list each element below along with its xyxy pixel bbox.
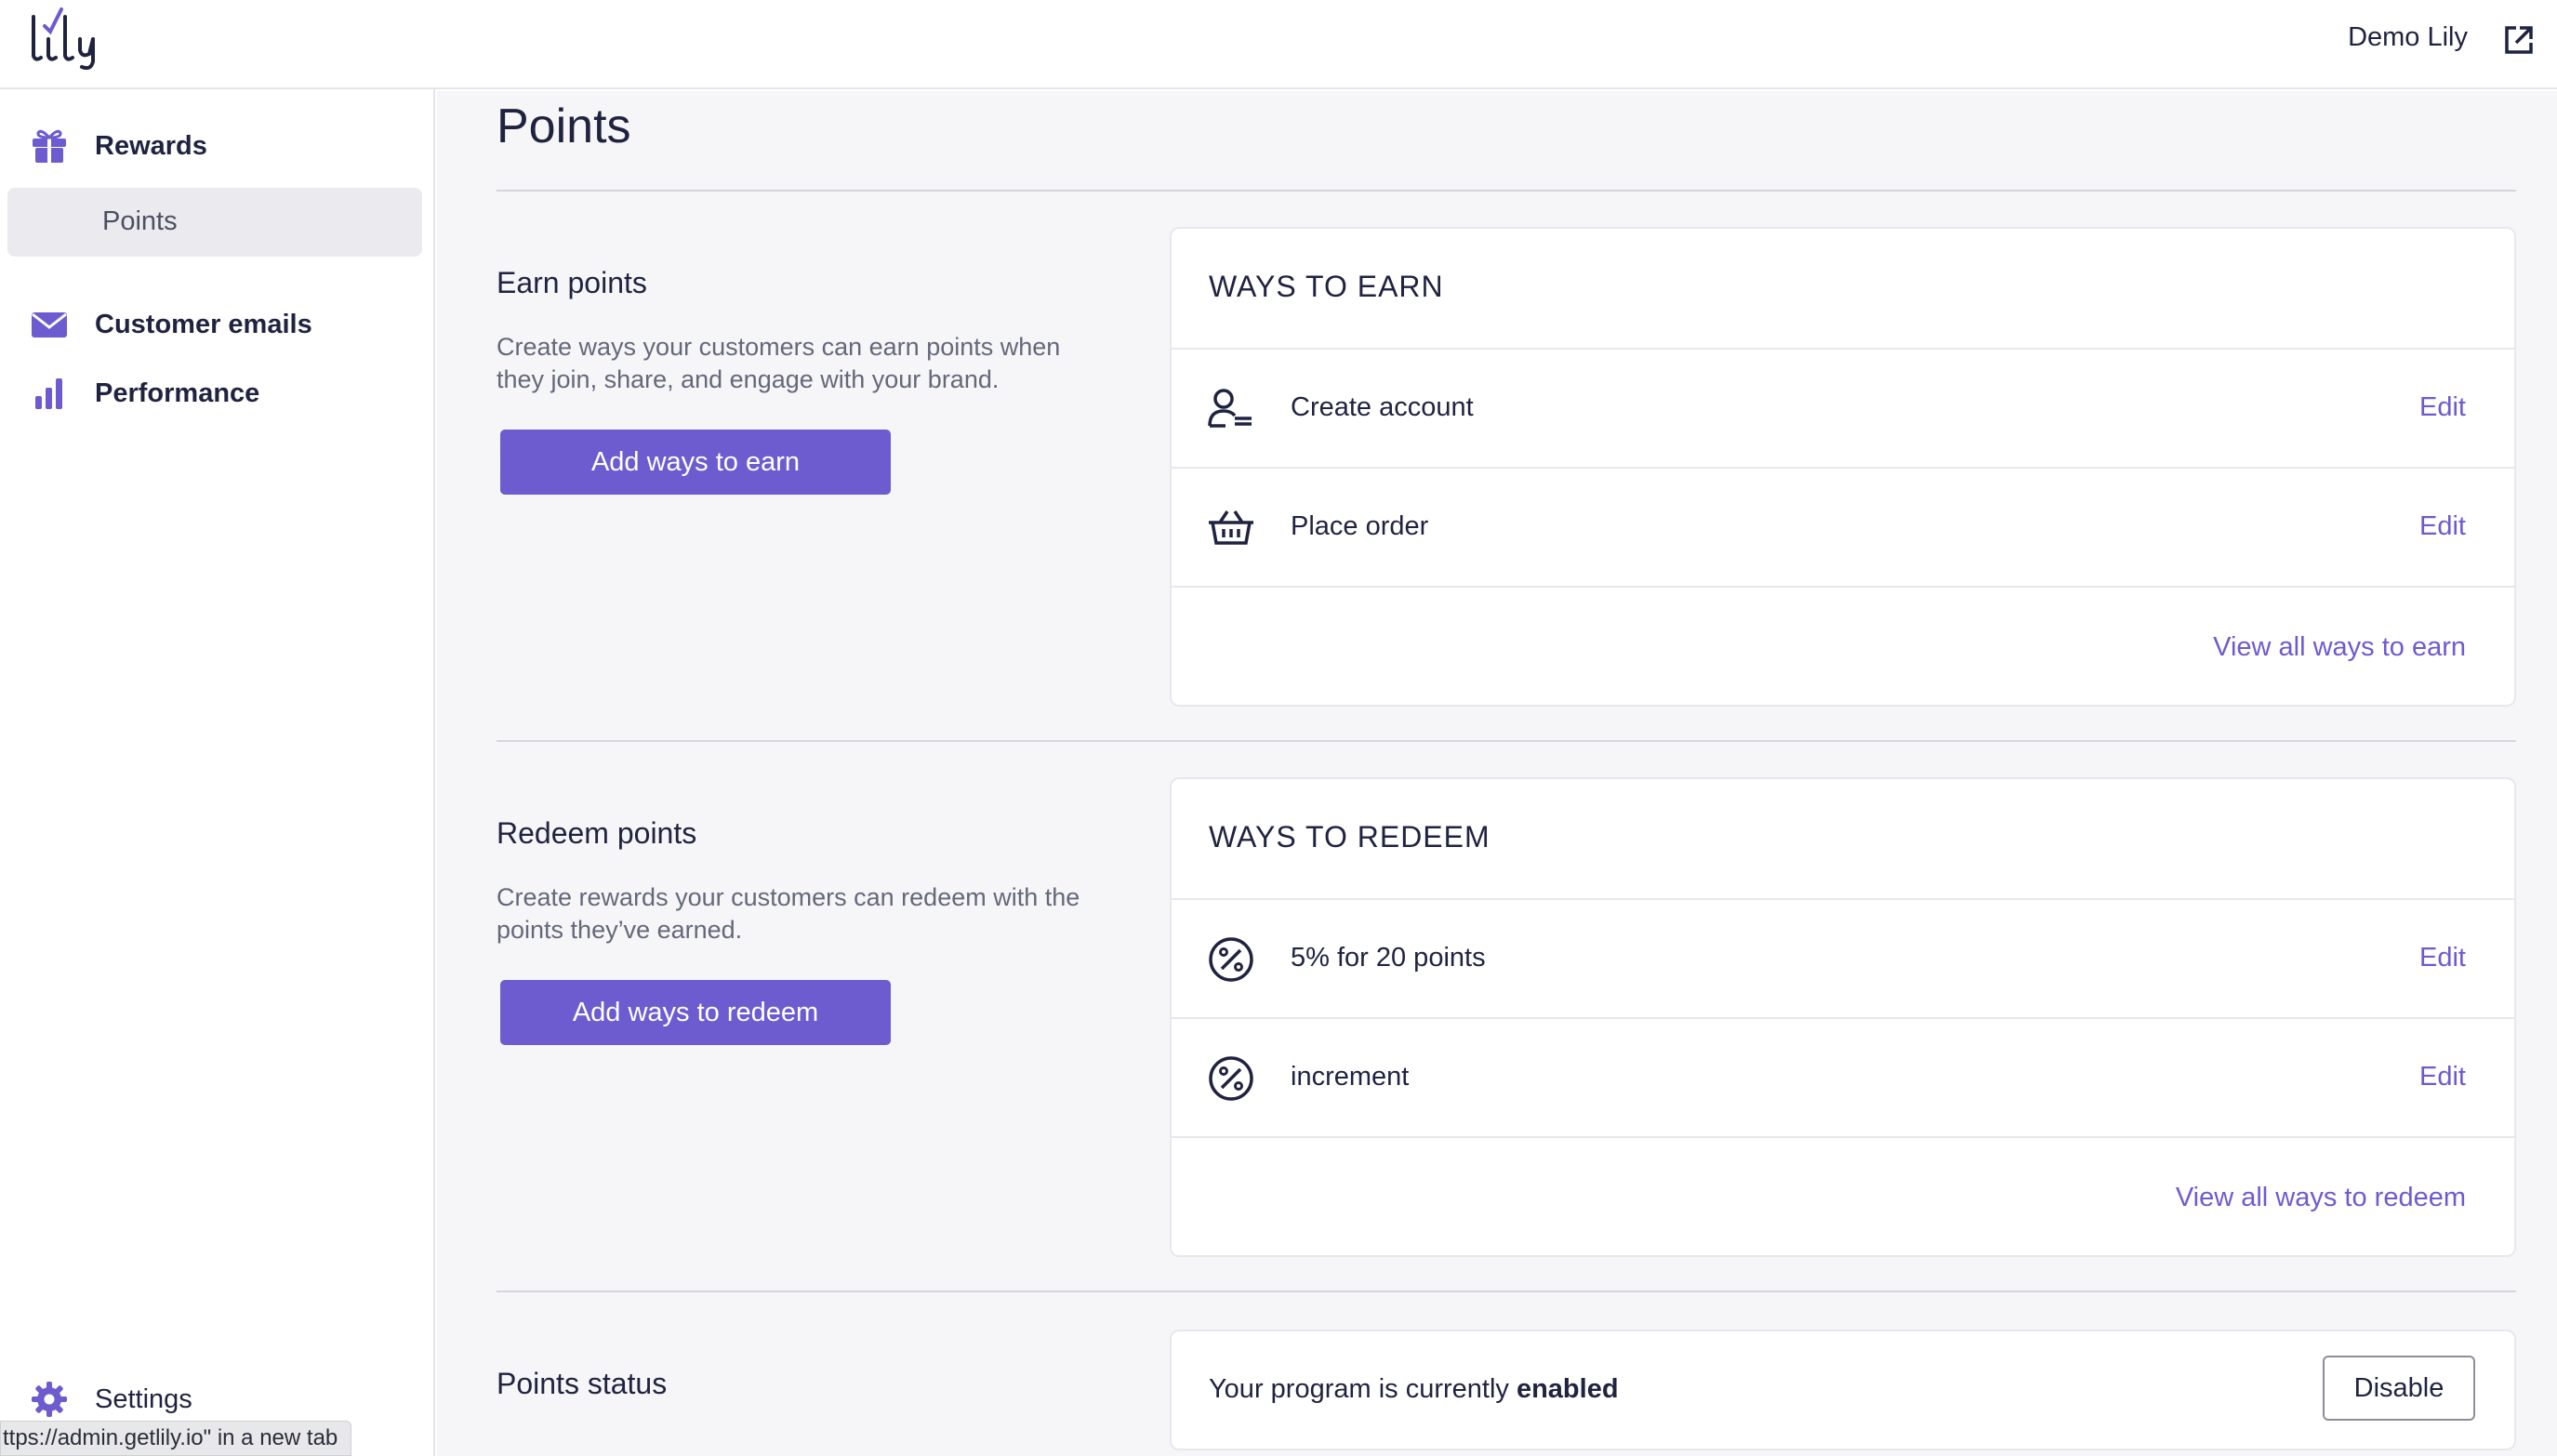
status-state: enabled <box>1516 1374 1619 1404</box>
lily-logo[interactable]: lily <box>24 4 108 71</box>
sidebar-item-label: Customer emails <box>95 309 312 339</box>
sidebar-item-rewards[interactable]: Rewards <box>0 113 435 179</box>
card-footer: View all ways to earn <box>1172 588 2514 705</box>
ways-to-redeem-card: WAYS TO REDEEM 5% for 20 points Edit inc… <box>1170 777 2516 1257</box>
list-item: increment Edit <box>1172 1019 2514 1138</box>
divider <box>497 1291 2516 1292</box>
redeem-points-description: Create rewards your customers can redeem… <box>497 883 1080 944</box>
status-prefix: Your program is currently <box>1209 1374 1517 1404</box>
sidebar-item-performance[interactable]: Performance <box>0 361 435 426</box>
points-status-title: Points status <box>497 1367 668 1400</box>
divider <box>497 190 2516 192</box>
disable-button[interactable]: Disable <box>2323 1356 2475 1421</box>
view-all-ways-to-earn-link[interactable]: View all ways to earn <box>2213 632 2466 663</box>
sidebar-item-customer-emails[interactable]: Customer emails <box>0 292 435 357</box>
link-status-hint: ttps://admin.getlily.io" in a new tab <box>0 1421 352 1456</box>
sidebar-item-points[interactable]: Points <box>7 188 422 257</box>
sidebar-item-label: Performance <box>95 377 260 408</box>
list-item: Place order Edit <box>1172 469 2514 588</box>
card-title: WAYS TO EARN <box>1209 270 1444 303</box>
sidebar-item-label: Settings <box>95 1383 192 1414</box>
gift-icon <box>33 129 66 163</box>
view-all-ways-to-redeem-link[interactable]: View all ways to redeem <box>2176 1183 2466 1213</box>
percent-circle-icon <box>1209 937 1253 982</box>
program-status-text: Your program is currently enabled <box>1209 1374 1619 1405</box>
row-label: increment <box>1291 1062 1410 1092</box>
row-label: 5% for 20 points <box>1291 943 1486 973</box>
sidebar: Rewards Points Customer emails Performan… <box>0 89 435 1456</box>
row-label: Create account <box>1291 392 1474 422</box>
page-title: Points <box>497 99 631 153</box>
earn-points-title: Earn points <box>497 266 647 299</box>
list-item: Create account Edit <box>1172 350 2514 469</box>
basket-icon <box>1209 510 1253 545</box>
sidebar-item-label: Rewards <box>95 130 207 161</box>
edit-link[interactable]: Edit <box>2419 1062 2466 1092</box>
percent-circle-icon <box>1209 1056 1253 1101</box>
divider <box>497 740 2516 742</box>
edit-link[interactable]: Edit <box>2419 392 2466 423</box>
add-ways-to-redeem-button[interactable]: Add ways to redeem <box>500 980 891 1045</box>
top-bar: lily Demo Lily <box>0 0 2557 89</box>
bar-chart-icon <box>35 378 62 409</box>
card-header: WAYS TO EARN <box>1172 229 2514 350</box>
list-item: 5% for 20 points Edit <box>1172 900 2514 1019</box>
logo-text: lily <box>24 4 26 5</box>
main-content: Points Earn points Create ways your cust… <box>437 91 2557 1456</box>
edit-link[interactable]: Edit <box>2419 511 2466 542</box>
external-link-icon[interactable] <box>2503 24 2535 56</box>
gear-icon <box>32 1382 67 1417</box>
user-list-icon <box>1208 389 1252 428</box>
store-name-link[interactable]: Demo Lily <box>2348 22 2468 53</box>
sidebar-item-label: Points <box>102 206 178 236</box>
card-title: WAYS TO REDEEM <box>1209 820 1490 854</box>
ways-to-earn-card: WAYS TO EARN Create account Edit Place o… <box>1170 227 2516 707</box>
edit-link[interactable]: Edit <box>2419 943 2466 973</box>
points-status-card: Your program is currently enabled Disabl… <box>1170 1330 2516 1450</box>
card-header: WAYS TO REDEEM <box>1172 779 2514 900</box>
row-label: Place order <box>1291 511 1429 541</box>
earn-points-description: Create ways your customers can earn poin… <box>497 333 1061 393</box>
redeem-points-title: Redeem points <box>497 816 697 850</box>
add-ways-to-earn-button[interactable]: Add ways to earn <box>500 430 891 495</box>
card-footer: View all ways to redeem <box>1172 1138 2514 1255</box>
envelope-icon <box>32 312 67 338</box>
